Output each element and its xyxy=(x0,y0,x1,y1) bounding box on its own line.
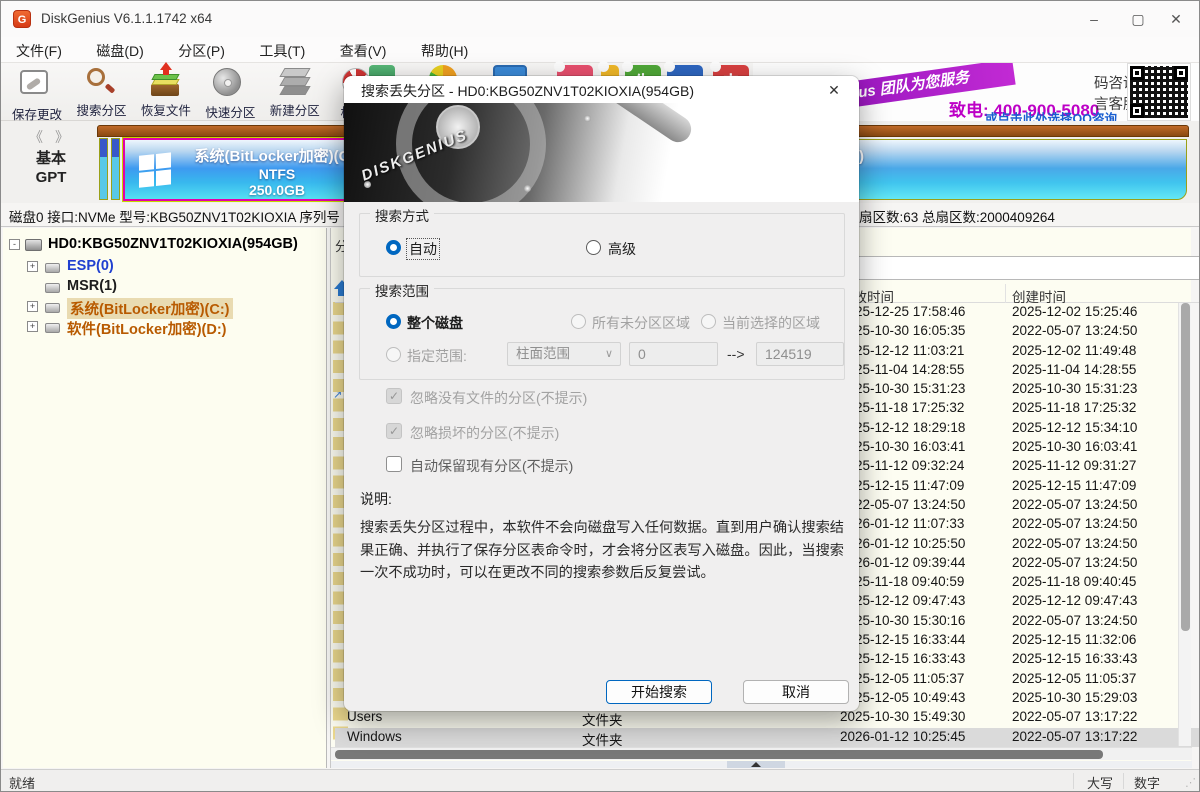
radio-specify-range-label: 指定范围: xyxy=(407,346,467,366)
disk-icon xyxy=(25,239,42,251)
search-lost-partition-dialog: 搜索丢失分区 - HD0:KBG50ZNV1T02KIOXIA(954GB) ✕… xyxy=(344,76,859,711)
quick-partition-button[interactable]: 快速分区 xyxy=(200,63,260,119)
expand-icon[interactable]: + xyxy=(27,261,38,272)
radio-unpartitioned xyxy=(571,314,586,329)
vertical-scrollbar[interactable] xyxy=(1178,303,1191,746)
dialog-close-icon[interactable]: ✕ xyxy=(823,79,845,101)
file-row-windows[interactable]: Windows文件夹 2026-01-12 10:25:452022-05-07… xyxy=(335,728,1200,747)
caps-indicator: 大写 xyxy=(1087,773,1113,792)
partition-icon xyxy=(45,263,60,273)
disk-gpt-label: GPT xyxy=(15,169,87,186)
dialog-title-bar: 搜索丢失分区 - HD0:KBG50ZNV1T02KIOXIA(954GB) ✕ xyxy=(344,76,859,103)
nav-chevrons[interactable]: 《 》 xyxy=(15,127,87,147)
radio-current-area-label: 当前选择的区域 xyxy=(722,313,820,333)
recover-files-button[interactable]: 恢复文件 xyxy=(136,63,196,119)
scrollbar-thumb[interactable] xyxy=(1181,303,1190,631)
note-label: 说明: xyxy=(360,489,392,509)
radio-whole-disk[interactable] xyxy=(386,314,401,329)
chevron-down-icon: ∨ xyxy=(605,343,613,365)
start-search-button[interactable]: 开始搜索 xyxy=(606,680,712,704)
num-indicator: 数字 xyxy=(1134,773,1160,792)
radio-specify-range xyxy=(386,347,401,362)
checkbox-ignore-damaged-label: 忽略损坏的分区(不提示) xyxy=(410,423,559,443)
recover-icon xyxy=(149,66,183,98)
msr-partition-block[interactable] xyxy=(111,138,120,200)
windows-logo-icon xyxy=(139,152,173,190)
cylinder-range-select: 柱面范围∨ xyxy=(507,342,621,366)
radio-unpartitioned-label: 所有未分区区域 xyxy=(592,313,690,333)
scrollbar-thumb[interactable] xyxy=(335,750,1103,759)
radio-auto[interactable] xyxy=(386,240,401,255)
checkbox-keep-existing[interactable] xyxy=(386,456,402,472)
range-from-input: 0 xyxy=(629,342,718,366)
radio-current-area xyxy=(701,314,716,329)
menu-disk[interactable]: 磁盘(D) xyxy=(81,37,158,62)
radio-advanced[interactable] xyxy=(586,240,601,255)
checkbox-ignore-empty: ✓ xyxy=(386,388,402,404)
disk-info-right: 扇区数:63 总扇区数:2000409264 xyxy=(859,206,1055,226)
expand-icon[interactable]: + xyxy=(27,301,38,312)
expand-icon[interactable]: + xyxy=(27,321,38,332)
disk-style-label: 基本 xyxy=(15,147,87,168)
collapse-handle[interactable] xyxy=(727,761,785,768)
status-ready: 就绪 xyxy=(9,773,35,792)
note-text: 搜索丢失分区过程中，本软件不会向磁盘写入任何数据。直到用户确认搜索结果正确、并执… xyxy=(360,517,844,585)
maximize-button[interactable]: ▢ xyxy=(1119,7,1157,31)
checkbox-keep-existing-label[interactable]: 自动保留现有分区(不提示) xyxy=(410,456,573,476)
radio-whole-disk-label[interactable]: 整个磁盘 xyxy=(407,313,463,333)
magnifier-icon xyxy=(84,66,118,98)
horizontal-scrollbar[interactable] xyxy=(331,747,1192,760)
esp-partition-block[interactable] xyxy=(99,138,108,200)
partition-icon xyxy=(45,303,60,313)
file-row-users[interactable]: Users文件夹 2025-10-30 15:49:302022-05-07 1… xyxy=(335,708,1200,727)
disk-info-left: 磁盘0 接口:NVMe 型号:KBG50ZNV1T02KIOXIA 序列号 xyxy=(9,206,343,226)
new-partition-button[interactable]: 新建分区 xyxy=(265,63,325,119)
radio-auto-label[interactable]: 自动 xyxy=(407,239,439,259)
collapse-icon[interactable]: - xyxy=(9,239,20,250)
tree-item-esp[interactable]: + ESP(0) xyxy=(3,257,326,277)
menu-tools[interactable]: 工具(T) xyxy=(244,37,320,62)
qr-code xyxy=(1127,63,1191,121)
range-arrow: --> xyxy=(727,346,745,362)
partition-tree: - HD0:KBG50ZNV1T02KIOXIA(954GB) + ESP(0)… xyxy=(3,228,327,768)
tree-item-system-c[interactable]: + 系统(BitLocker加密)(C:) xyxy=(3,297,326,317)
resize-grip[interactable]: ⋰ xyxy=(1185,776,1196,789)
search-partition-button[interactable]: 搜索分区 xyxy=(71,63,131,119)
diskgenius-window: G DiskGenius V6.1.1.1742 x64 – ▢ ✕ 文件(F)… xyxy=(0,0,1200,792)
status-bar: 就绪 大写 数字 ⋰ xyxy=(1,769,1199,792)
tree-item-software-d[interactable]: + 软件(BitLocker加密)(D:) xyxy=(3,317,326,337)
close-button[interactable]: ✕ xyxy=(1157,7,1195,31)
save-changes-button[interactable]: 保存更改 xyxy=(7,63,67,119)
menu-file[interactable]: 文件(F) xyxy=(1,37,77,62)
cancel-button[interactable]: 取消 xyxy=(743,680,849,704)
splitter-bar xyxy=(331,761,1192,768)
minimize-button[interactable]: – xyxy=(1075,7,1113,31)
checkbox-ignore-empty-label: 忽略没有文件的分区(不提示) xyxy=(410,388,587,408)
save-icon xyxy=(20,70,48,94)
menu-view[interactable]: 查看(V) xyxy=(325,37,402,62)
dialog-title: 搜索丢失分区 - HD0:KBG50ZNV1T02KIOXIA(954GB) xyxy=(361,81,694,101)
app-logo-icon: G xyxy=(13,10,31,28)
menu-partition[interactable]: 分区(P) xyxy=(163,37,240,62)
range-to-input: 124519 xyxy=(756,342,844,366)
partition-icon xyxy=(45,283,60,293)
checkbox-ignore-damaged: ✓ xyxy=(386,423,402,439)
menu-help[interactable]: 帮助(H) xyxy=(406,37,483,62)
disc-icon xyxy=(213,68,241,96)
window-title: DiskGenius V6.1.1.1742 x64 xyxy=(41,11,212,26)
tree-item-disk[interactable]: - HD0:KBG50ZNV1T02KIOXIA(954GB) xyxy=(3,235,326,255)
hdd-photo-banner: DISKGENIUS xyxy=(344,103,859,202)
radio-advanced-label[interactable]: 高级 xyxy=(608,239,636,259)
tree-item-msr[interactable]: MSR(1) xyxy=(3,277,326,297)
layers-icon xyxy=(278,66,312,98)
partition-icon xyxy=(45,323,60,333)
title-bar: G DiskGenius V6.1.1.1742 x64 – ▢ ✕ xyxy=(1,1,1199,37)
menu-bar: 文件(F) 磁盘(D) 分区(P) 工具(T) 查看(V) 帮助(H) xyxy=(1,37,1199,63)
group-search-range: 搜索范围 xyxy=(359,288,845,380)
